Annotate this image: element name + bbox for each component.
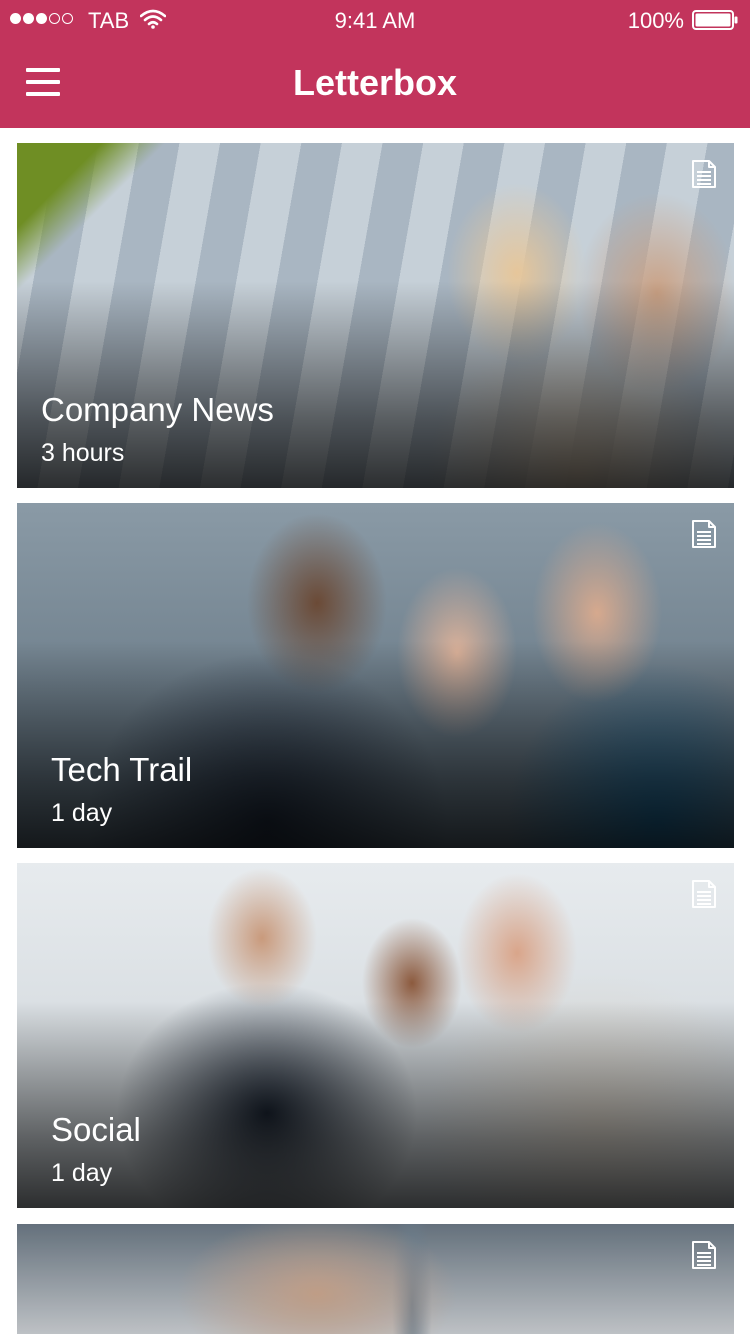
card-timestamp: 3 hours (41, 439, 125, 467)
card-timestamp: 1 day (51, 1159, 113, 1187)
card-title: Tech Trail (51, 751, 193, 788)
card-timestamp: 1 day (51, 799, 113, 827)
navigation-bar: Letterbox (0, 40, 750, 128)
document-icon (690, 879, 718, 914)
card-tech-trail[interactable]: Tech Trail 1 day (17, 503, 734, 848)
card-social[interactable]: Social 1 day (17, 863, 734, 1208)
card-partial[interactable] (17, 1224, 734, 1334)
document-icon (690, 1240, 718, 1275)
document-icon (690, 519, 718, 554)
document-icon (690, 159, 718, 194)
battery-icon (692, 10, 738, 30)
card-company-news[interactable]: Company News 3 hours (17, 143, 734, 488)
status-bar: TAB 9:41 AM 100% (0, 0, 750, 40)
card-title: Company News (41, 391, 274, 428)
page-title: Letterbox (292, 62, 458, 103)
battery-percentage: 100% (627, 8, 684, 33)
card-title: Social (51, 1111, 141, 1148)
